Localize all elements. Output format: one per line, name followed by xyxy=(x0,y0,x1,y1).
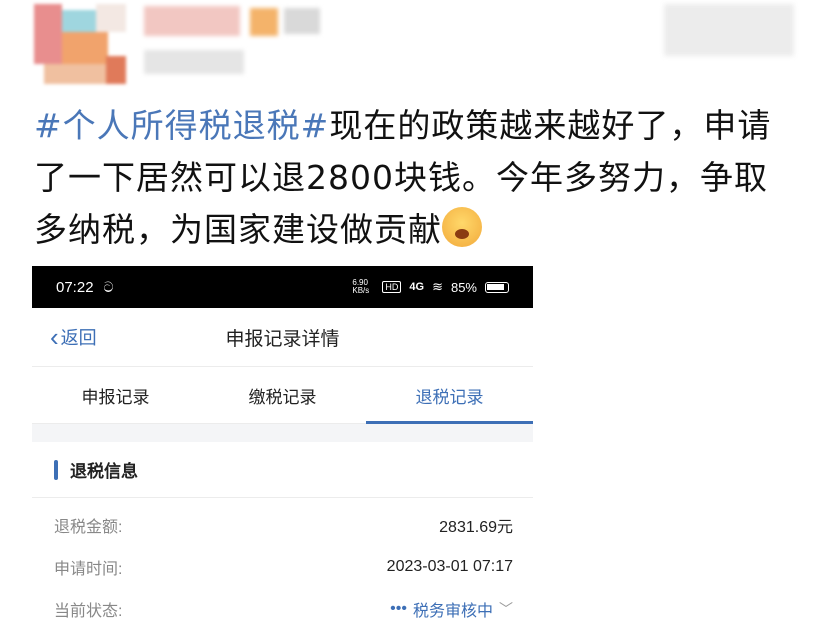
status-time: 07:22 xyxy=(56,278,94,296)
status-dropdown[interactable]: ••• 税务审核中 ﹀ xyxy=(390,597,513,621)
avatar[interactable] xyxy=(34,4,126,84)
net-speed: 6.90 KB/s xyxy=(352,278,370,295)
tab-refund-records[interactable]: 退税记录 xyxy=(366,367,533,424)
battery-icon xyxy=(485,281,509,293)
info-row-apply-time: 申请时间: 2023-03-01 07:17 xyxy=(54,546,513,588)
username-blurred xyxy=(144,6,320,36)
status-right: 6.90 KB/s HD 4G ≋ 85% xyxy=(352,279,509,295)
nav-bar: ‹ 返回 申报记录详情 xyxy=(32,308,533,366)
back-label: 返回 xyxy=(60,328,97,348)
more-dots-icon: ••• xyxy=(390,600,407,617)
follow-button-blurred[interactable] xyxy=(664,4,794,56)
status-bar: 07:22 ට 6.90 KB/s HD 4G ≋ 85% xyxy=(32,266,533,308)
info-key: 申请时间: xyxy=(54,561,123,578)
signal-icon: 4G xyxy=(409,281,425,293)
wifi-icon: ≋ xyxy=(432,279,443,294)
info-row-refund-amount: 退税金额: 2831.69元 xyxy=(54,504,513,546)
hd-icon: HD xyxy=(382,281,402,293)
info-value: 2831.69元 xyxy=(439,519,513,536)
embedded-screenshot: 07:22 ට 6.90 KB/s HD 4G ≋ 85% ‹ 返回 申报记录详… xyxy=(32,266,533,642)
chevron-left-icon: ‹ xyxy=(50,322,59,352)
info-key: 当前状态: xyxy=(54,603,123,620)
tab-payment-records[interactable]: 缴税记录 xyxy=(199,367,366,423)
section-title: 退税信息 xyxy=(70,462,138,481)
section-accent-bar xyxy=(54,459,58,480)
post-meta-blurred xyxy=(144,50,244,74)
tab-bar: 申报记录 缴税记录 退税记录 xyxy=(32,366,533,424)
shocked-face-emoji-icon xyxy=(442,207,482,247)
weibo-icon: ට xyxy=(103,278,114,295)
info-value: 2023-03-01 07:17 xyxy=(386,558,513,575)
chevron-down-icon: ﹀ xyxy=(499,601,513,617)
status-value: 税务审核中 xyxy=(412,603,493,620)
back-button[interactable]: ‹ 返回 xyxy=(50,308,97,366)
tab-declaration-records[interactable]: 申报记录 xyxy=(32,367,199,423)
info-row-status: 当前状态: ••• 税务审核中 ﹀ xyxy=(54,588,513,630)
divider xyxy=(32,424,533,442)
info-list: 退税金额: 2831.69元 申请时间: 2023-03-01 07:17 当前… xyxy=(32,498,533,630)
page-title: 申报记录详情 xyxy=(225,328,340,350)
hashtag-link[interactable]: #个人所得税退税# xyxy=(34,106,329,145)
battery-percent: 85% xyxy=(450,279,477,295)
section-header: 退税信息 xyxy=(32,442,533,498)
post-text: #个人所得税退税#现在的政策越来越好了，申请了一下居然可以退2800块钱。今年多… xyxy=(34,100,794,256)
info-key: 退税金额: xyxy=(54,519,123,536)
